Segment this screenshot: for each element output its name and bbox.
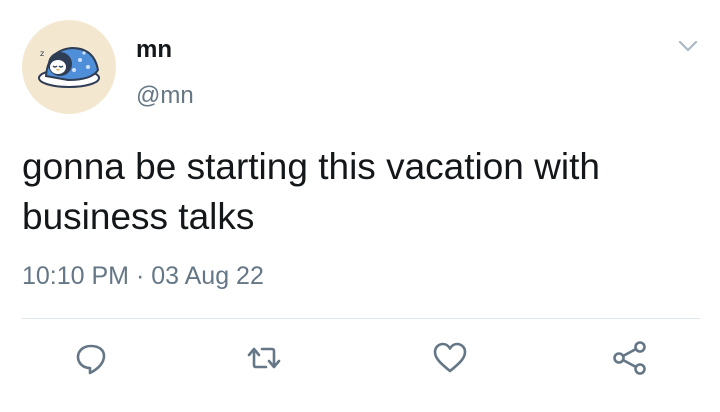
reply-icon	[76, 344, 106, 375]
heart-icon	[433, 342, 467, 373]
divider	[22, 318, 700, 319]
meta-separator: ·	[135, 262, 145, 290]
tweet-timestamp[interactable]: 10:10 PM · 03 Aug 22	[22, 261, 264, 291]
display-name[interactable]: mn	[136, 36, 172, 64]
retweet-button[interactable]	[244, 338, 284, 378]
avatar[interactable]: z	[22, 20, 116, 114]
like-button[interactable]	[430, 338, 470, 378]
share-icon	[613, 341, 646, 375]
tweet-date: 03 Aug 22	[151, 262, 264, 290]
chevron-down-icon[interactable]	[676, 36, 700, 56]
reply-button[interactable]	[71, 338, 111, 378]
share-button[interactable]	[610, 338, 650, 378]
sleeping-penguin-avatar-icon: z	[38, 46, 100, 88]
tweet-text: gonna be starting this vacation with bus…	[22, 146, 600, 237]
svg-text:z: z	[40, 49, 44, 58]
tweet-card: z mn @mn gonna be starting this vacation…	[0, 0, 720, 412]
tweet-time: 10:10 PM	[22, 262, 130, 290]
retweet-icon	[247, 347, 281, 369]
user-handle[interactable]: @mn	[136, 82, 194, 110]
